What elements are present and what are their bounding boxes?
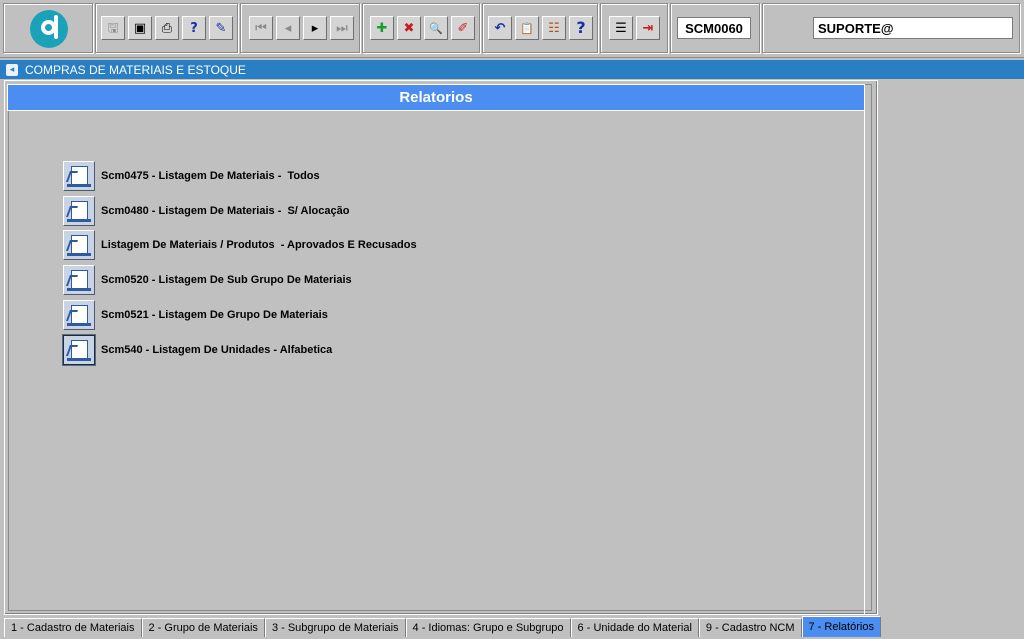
tab-subgrupo-materiais[interactable]: 3 - Subgrupo de Materiais <box>264 618 406 637</box>
report-icon[interactable] <box>63 161 95 191</box>
module-title: COMPRAS DE MATERIAIS E ESTOQUE <box>25 62 246 77</box>
logo-group <box>3 3 93 53</box>
form-code-field: SCM0060 <box>677 17 751 39</box>
report-label: Scm0480 - Listagem De Materiais - S/ Alo… <box>101 205 350 217</box>
report-icon[interactable] <box>63 230 95 260</box>
report-item-scm540[interactable]: Scm540 - Listagem De Unidades - Alfabeti… <box>63 335 332 365</box>
panel-divider <box>864 111 865 614</box>
report-label: Listagem De Materiais / Produtos - Aprov… <box>101 239 417 251</box>
report-item-scm0475[interactable]: Scm0475 - Listagem De Materiais - Todos <box>63 161 320 191</box>
report-item-scm0480[interactable]: Scm0480 - Listagem De Materiais - S/ Alo… <box>63 196 349 226</box>
first-record-icon[interactable]: ⏮ <box>249 16 273 40</box>
report-icon[interactable] <box>63 265 95 295</box>
report-icon[interactable] <box>63 335 95 365</box>
report-icon[interactable] <box>63 196 95 226</box>
tab-relatorios[interactable]: 7 - Relatórios <box>801 616 881 637</box>
search-icon[interactable]: 🔍 <box>424 16 448 40</box>
tab-bar: 1 - Cadastro de Materiais 2 - Grupo de M… <box>4 616 881 638</box>
list-icon[interactable]: ☷ <box>542 16 566 40</box>
delete-icon[interactable]: ✖ <box>397 16 421 40</box>
report-item-scm0520[interactable]: Scm0520 - Listagem De Sub Grupo De Mater… <box>63 265 352 295</box>
edit-query-icon[interactable]: ✎ <box>209 16 233 40</box>
print-icon[interactable]: ⎙ <box>155 16 179 40</box>
report-label: Scm0520 - Listagem De Sub Grupo De Mater… <box>101 274 352 286</box>
tab-cadastro-ncm[interactable]: 9 - Cadastro NCM <box>698 618 802 637</box>
panel-title: Relatorios <box>7 84 865 111</box>
prev-record-icon[interactable]: ◂ <box>276 16 300 40</box>
module-bar: ◂ COMPRAS DE MATERIAIS E ESTOQUE <box>0 60 1024 79</box>
clear-icon[interactable]: ✐ <box>451 16 475 40</box>
report-item-approved-rejected[interactable]: Listagem De Materiais / Produtos - Aprov… <box>63 230 417 260</box>
last-record-icon[interactable]: ⏭ <box>330 16 354 40</box>
toolbar: 🖫 ▣ ⎙ ? ✎ ⏮ ◂ ▸ ⏭ ✚ ✖ 🔍 ✐ ↶ 📋 ☷ ? ☰ ⇥ SC… <box>0 0 1024 58</box>
save-icon[interactable]: 🖫 <box>101 16 125 40</box>
report-label: Scm0475 - Listagem De Materiais - Todos <box>101 170 320 182</box>
tab-grupo-materiais[interactable]: 2 - Grupo de Materiais <box>141 618 265 637</box>
insert-icon[interactable]: ✚ <box>370 16 394 40</box>
tab-unidade-material[interactable]: 6 - Unidade do Material <box>570 618 699 637</box>
menu-icon[interactable]: ☰ <box>609 16 633 40</box>
app-logo-icon <box>30 10 68 48</box>
query-help-icon[interactable]: ? <box>182 16 206 40</box>
report-icon[interactable] <box>63 300 95 330</box>
clipboard-icon[interactable]: 📋 <box>515 16 539 40</box>
exit-icon[interactable]: ⇥ <box>636 16 660 40</box>
user-field: SUPORTE@ <box>813 17 1013 39</box>
screen-icon[interactable]: ▣ <box>128 16 152 40</box>
next-record-icon[interactable]: ▸ <box>303 16 327 40</box>
module-window-icon[interactable]: ◂ <box>6 63 18 76</box>
report-label: Scm540 - Listagem De Unidades - Alfabeti… <box>101 344 333 356</box>
tab-idiomas[interactable]: 4 - Idiomas: Grupo e Subgrupo <box>405 618 571 637</box>
tab-cadastro-materiais[interactable]: 1 - Cadastro de Materiais <box>4 618 142 637</box>
undo-icon[interactable]: ↶ <box>488 16 512 40</box>
help-icon[interactable]: ? <box>569 16 593 40</box>
report-item-scm0521[interactable]: Scm0521 - Listagem De Grupo De Materiais <box>63 300 328 330</box>
report-label: Scm0521 - Listagem De Grupo De Materiais <box>101 309 328 321</box>
